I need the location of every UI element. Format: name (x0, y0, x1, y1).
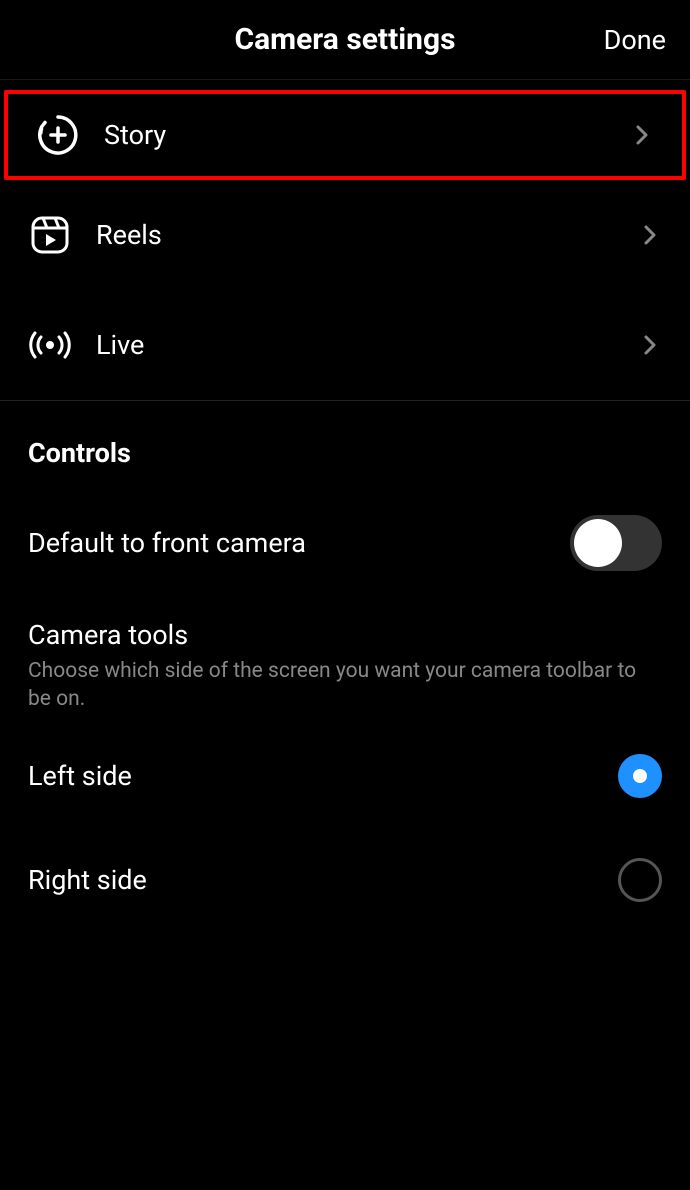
nav-item-reels[interactable]: Reels (0, 180, 690, 290)
setting-subtitle: Camera tools (28, 619, 662, 651)
radio-option-right[interactable]: Right side (0, 828, 690, 932)
toggle-front-camera[interactable] (570, 515, 662, 571)
nav-item-live[interactable]: Live (0, 290, 690, 400)
chevron-right-icon (638, 223, 662, 247)
setting-camera-tools: Camera tools Choose which side of the sc… (0, 599, 690, 724)
header: Camera settings Done (0, 0, 690, 80)
page-title: Camera settings (234, 22, 455, 57)
chevron-right-icon (638, 333, 662, 357)
setting-description: Choose which side of the screen you want… (28, 657, 662, 714)
nav-item-story[interactable]: Story (4, 90, 686, 180)
radio-indicator-selected (618, 754, 662, 798)
nav-item-label: Story (104, 119, 630, 151)
section-title-controls: Controls (0, 401, 690, 487)
setting-label: Default to front camera (28, 527, 306, 559)
reels-icon (28, 213, 72, 257)
nav-item-label: Reels (96, 219, 638, 251)
nav-item-label: Live (96, 329, 638, 361)
story-icon (36, 113, 80, 157)
done-button[interactable]: Done (604, 24, 666, 56)
radio-option-left[interactable]: Left side (0, 724, 690, 828)
radio-indicator (618, 858, 662, 902)
live-icon (28, 323, 72, 367)
chevron-right-icon (630, 123, 654, 147)
radio-label: Right side (28, 864, 147, 896)
toggle-knob (574, 519, 622, 567)
radio-label: Left side (28, 760, 132, 792)
setting-front-camera: Default to front camera (0, 487, 690, 599)
